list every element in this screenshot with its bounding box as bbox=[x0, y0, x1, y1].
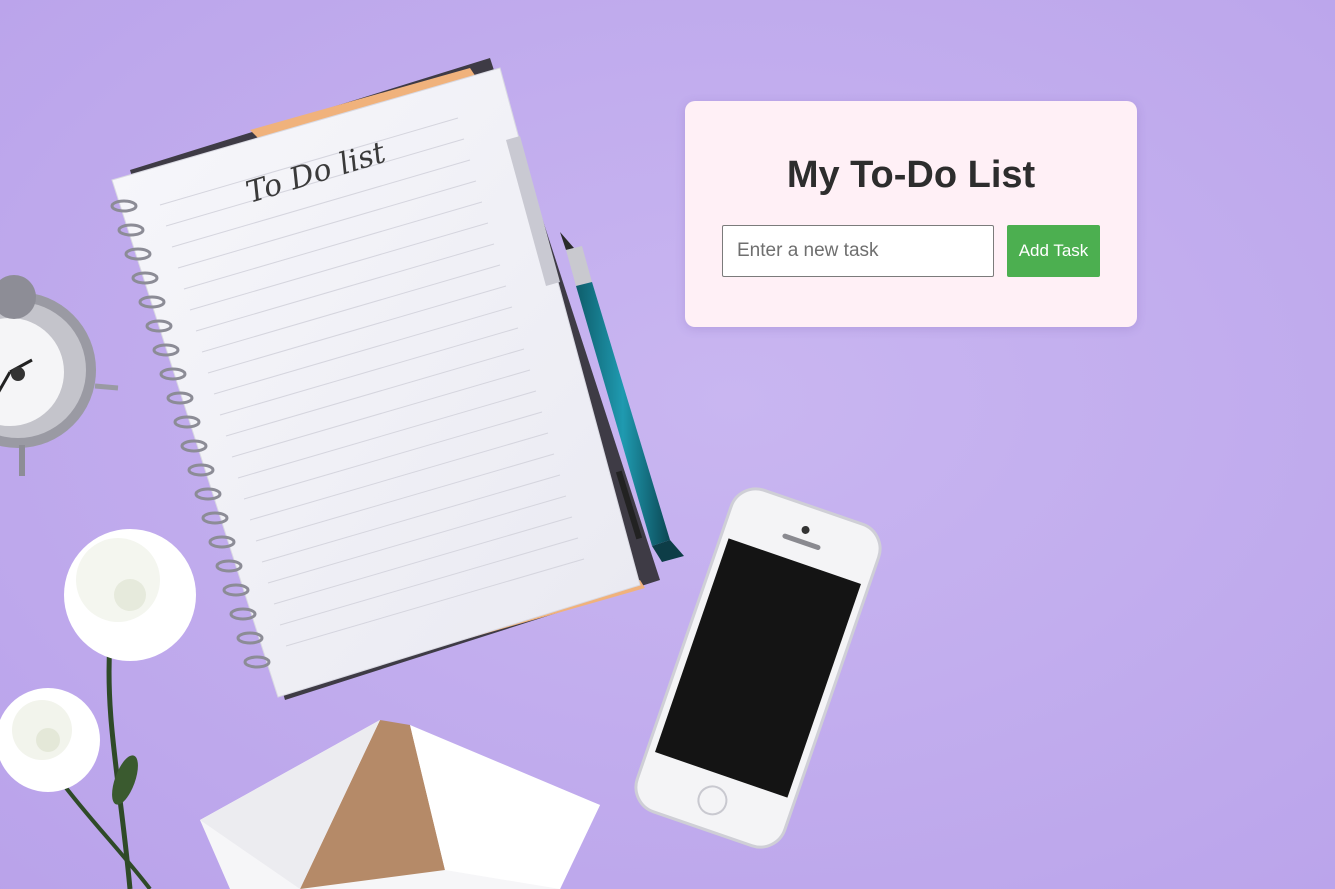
new-task-input[interactable] bbox=[722, 225, 994, 277]
add-task-button[interactable]: Add Task bbox=[1007, 225, 1100, 277]
todo-card: My To-Do List Add Task bbox=[685, 101, 1137, 327]
page-title: My To-Do List bbox=[786, 154, 1036, 196]
